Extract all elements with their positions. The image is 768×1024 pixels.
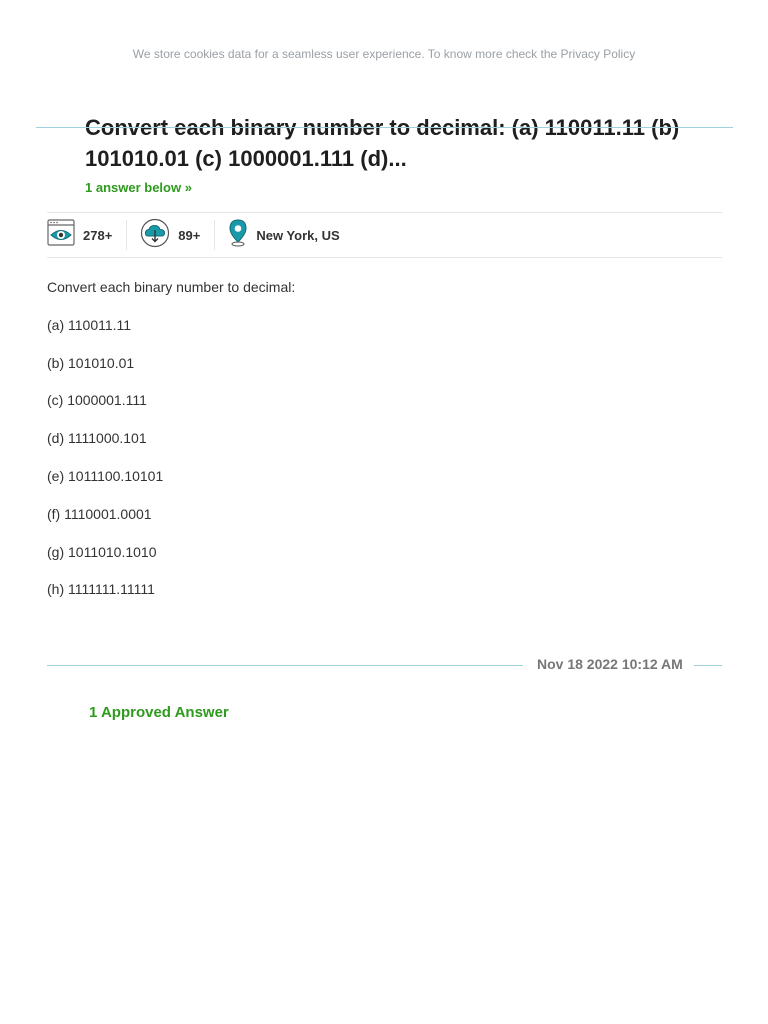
question-title-container: Convert each binary number to decimal: (… bbox=[85, 110, 725, 174]
question-item: (f) 1110001.0001 bbox=[47, 505, 152, 522]
cookie-banner: We store cookies data for a seamless use… bbox=[0, 47, 768, 61]
stats-bar: 278+ 89+ New York, US bbox=[47, 212, 722, 258]
location-text: New York, US bbox=[256, 227, 340, 243]
answer-below-link[interactable]: 1 answer below » bbox=[85, 180, 192, 195]
question-item: (e) 1011100.10101 bbox=[47, 467, 164, 484]
page: We store cookies data for a seamless use… bbox=[0, 0, 768, 1024]
views-count: 278+ bbox=[83, 227, 113, 243]
cookie-banner-text: We store cookies data for a seamless use… bbox=[132, 47, 561, 61]
timestamp: Nov 18 2022 10:12 AM bbox=[537, 656, 683, 672]
question-title: Convert each binary number to decimal: (… bbox=[85, 115, 680, 171]
question-item: (g) 1011010.1010 bbox=[47, 543, 157, 560]
approved-answers-heading: 1 Approved Answer bbox=[89, 704, 229, 721]
stats-separator bbox=[126, 220, 128, 250]
question-item: (h) 1111111.11111 bbox=[47, 581, 155, 598]
privacy-policy-link[interactable]: Privacy Policy bbox=[561, 47, 636, 61]
cloud-download-icon bbox=[140, 218, 170, 253]
question-item: (c) 1000001.111 bbox=[47, 392, 147, 409]
question-item: (a) 110011.11 bbox=[47, 316, 132, 333]
question-body: Convert each binary number to decimal: (… bbox=[47, 279, 707, 619]
map-pin-icon bbox=[228, 218, 248, 252]
timestamp-row: Nov 18 2022 10:12 AM bbox=[47, 654, 722, 676]
stats-separator bbox=[214, 220, 216, 250]
divider bbox=[47, 665, 523, 666]
eye-browser-icon bbox=[47, 219, 75, 251]
divider bbox=[694, 665, 722, 666]
header-divider bbox=[36, 127, 733, 128]
downloads-count: 89+ bbox=[178, 227, 201, 243]
question-item: (d) 1111000.101 bbox=[47, 430, 147, 447]
question-intro: Convert each binary number to decimal: bbox=[47, 279, 296, 295]
question-item: (b) 101010.01 bbox=[47, 354, 135, 371]
downloads-stat: 89+ bbox=[140, 218, 201, 253]
views-stat: 278+ bbox=[47, 219, 113, 251]
location-stat: New York, US bbox=[228, 218, 340, 252]
